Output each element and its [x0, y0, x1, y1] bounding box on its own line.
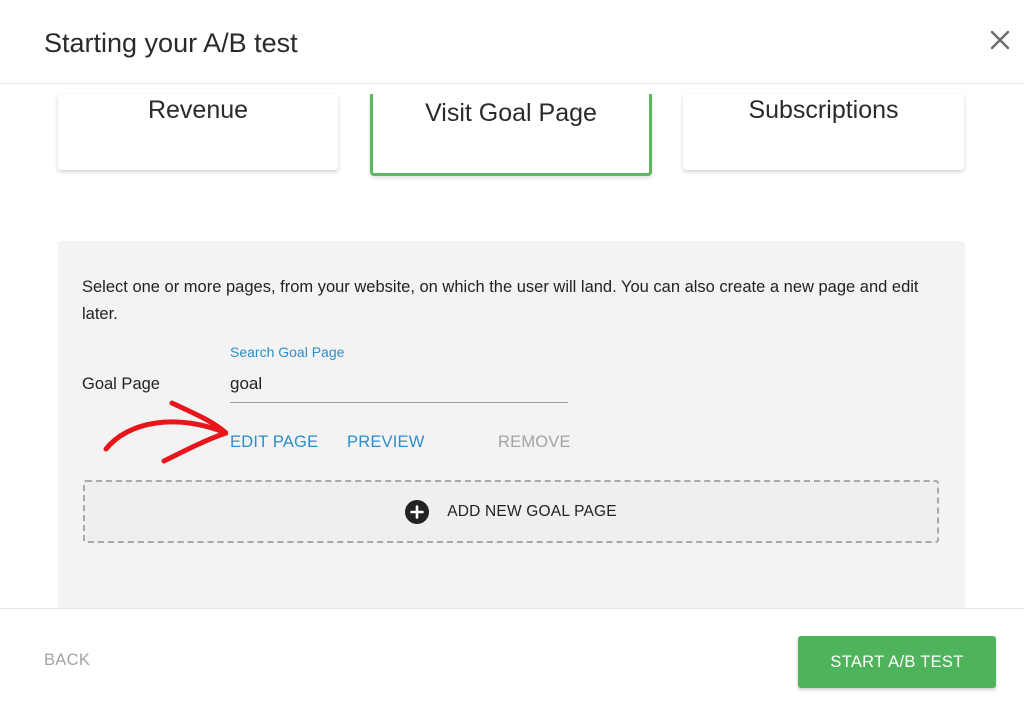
- annotation-arrow-icon: [103, 400, 228, 464]
- modal-footer: BACK START A/B TEST: [0, 608, 1024, 701]
- goal-type-visit-goal-page[interactable]: Visit Goal Page: [370, 94, 652, 176]
- add-new-goal-page-label: ADD NEW GOAL PAGE: [447, 502, 617, 520]
- modal-header: Starting your A/B test: [0, 0, 1024, 84]
- edit-page-link[interactable]: EDIT PAGE: [230, 433, 318, 452]
- search-goal-page-label: Search Goal Page: [230, 344, 345, 360]
- modal-title: Starting your A/B test: [44, 28, 298, 58]
- goal-page-panel: Select one or more pages, from your webs…: [58, 241, 965, 608]
- goal-type-subscriptions[interactable]: Subscriptions: [683, 94, 964, 170]
- remove-link[interactable]: REMOVE: [498, 433, 571, 452]
- search-goal-page-input[interactable]: [230, 365, 568, 403]
- add-new-goal-page-button[interactable]: ADD NEW GOAL PAGE: [83, 480, 939, 543]
- goal-type-label: Revenue: [147, 96, 249, 124]
- panel-description: Select one or more pages, from your webs…: [82, 278, 919, 323]
- start-ab-test-button[interactable]: START A/B TEST: [798, 636, 996, 688]
- goal-type-revenue[interactable]: Revenue: [58, 94, 338, 170]
- plus-circle-icon: [405, 499, 430, 524]
- close-button[interactable]: [986, 26, 1014, 54]
- preview-link[interactable]: PREVIEW: [347, 433, 425, 452]
- goal-type-label: Subscriptions: [748, 96, 899, 124]
- goal-type-label: Visit Goal Page: [425, 99, 597, 127]
- back-button[interactable]: BACK: [44, 651, 90, 670]
- close-icon: [990, 30, 1010, 50]
